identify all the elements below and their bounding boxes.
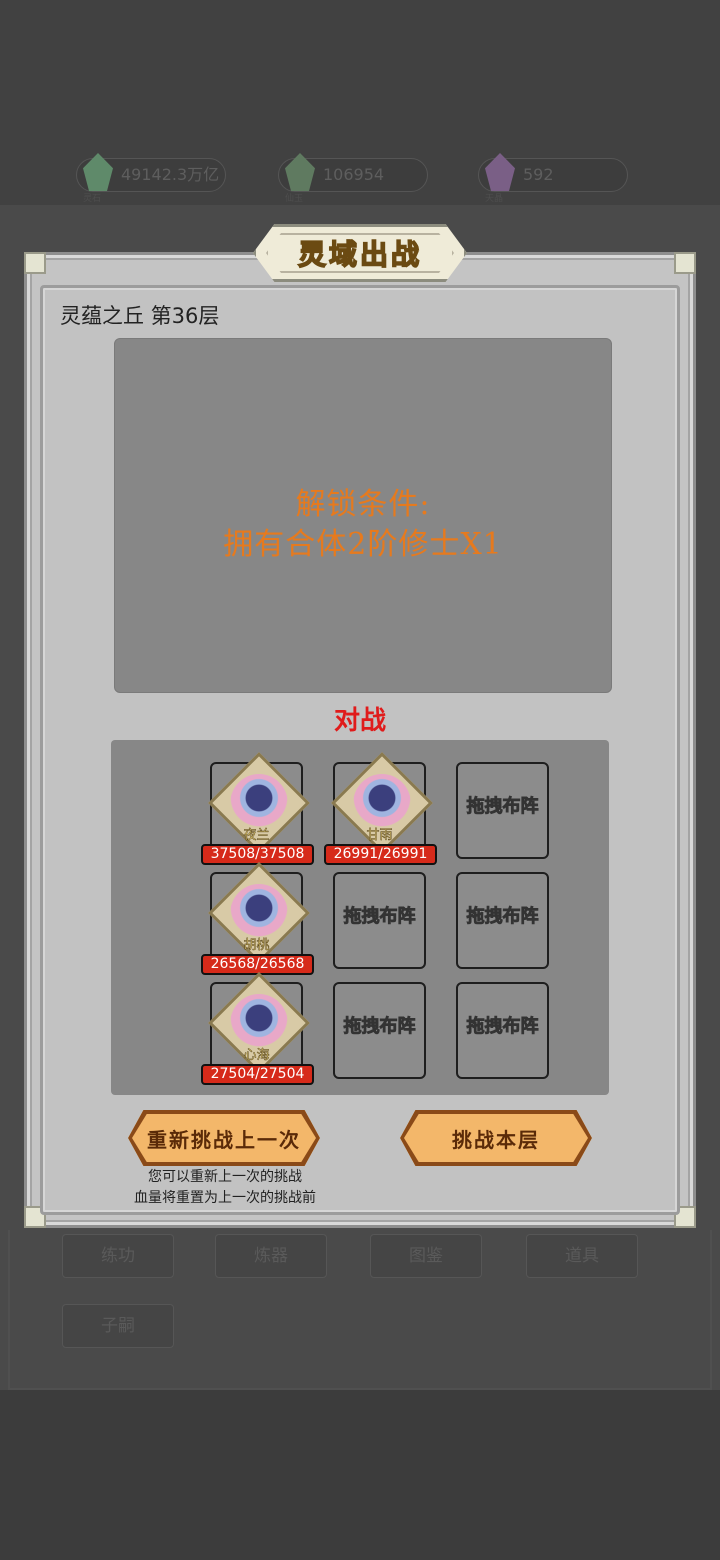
dialog-corner: [24, 252, 46, 274]
resource-sub-label: 灵石: [83, 194, 102, 204]
resource-value: 106954: [323, 165, 385, 184]
resource-spirit-stone: 灵石 49142.3万亿: [76, 153, 226, 204]
formation-slot-empty[interactable]: 拖拽布阵: [456, 982, 549, 1079]
unlock-condition-title: 解锁条件:: [295, 487, 431, 522]
resource-value: 49142.3万亿: [121, 165, 220, 184]
dialog-title: 灵域出战: [297, 237, 422, 272]
formation-grid: 夜兰 37508/37508 甘雨 26991/26991 拖拽布阵 胡桃 26…: [111, 740, 609, 1095]
hero-name: 胡桃: [243, 938, 270, 953]
unlock-condition-text: 拥有合体2阶修士X1: [223, 527, 503, 562]
background-tab: 炼器: [215, 1234, 327, 1278]
unlock-preview-panel: 解锁条件: 拥有合体2阶修士X1: [114, 338, 612, 693]
hero-name: 甘雨: [366, 828, 393, 843]
floor-label: 灵蕴之丘 第36层: [60, 304, 220, 328]
formation-slot-empty[interactable]: 拖拽布阵: [456, 872, 549, 969]
retry-last-challenge-button[interactable]: 重新挑战上一次: [128, 1110, 320, 1166]
hero-hp-bar: 27504/27504: [201, 1064, 314, 1085]
dialog-corner: [674, 252, 696, 274]
challenge-button-label: 挑战本层: [452, 1127, 540, 1152]
background-tab: 练功: [62, 1234, 174, 1278]
background-tab: 图鉴: [370, 1234, 482, 1278]
resource-sub-label: 天晶: [485, 194, 504, 204]
formation-slot-hero[interactable]: 夜兰 37508/37508: [201, 752, 314, 865]
dialog-title-banner: 灵域出战: [253, 224, 467, 282]
retry-hint-line2: 血量将重置为上一次的挑战前: [134, 1190, 316, 1206]
hero-name: 心海: [243, 1048, 270, 1063]
hero-hp-bar: 26991/26991: [324, 844, 437, 865]
background-tab: 子嗣: [62, 1304, 174, 1348]
formation-slot-empty[interactable]: 拖拽布阵: [456, 762, 549, 859]
drag-to-deploy-label: 拖拽布阵: [466, 1016, 539, 1038]
resource-sub-label: 仙玉: [285, 194, 304, 204]
challenge-floor-button[interactable]: 挑战本层: [400, 1110, 592, 1166]
resource-value: 592: [523, 165, 554, 184]
vs-label: 对战: [333, 706, 386, 736]
drag-to-deploy-label: 拖拽布阵: [343, 906, 416, 928]
background-tab: 道具: [526, 1234, 638, 1278]
drag-to-deploy-label: 拖拽布阵: [343, 1016, 416, 1038]
drag-to-deploy-label: 拖拽布阵: [466, 796, 539, 818]
resource-jade: 仙玉 106954: [278, 153, 428, 204]
drag-to-deploy-label: 拖拽布阵: [466, 906, 539, 928]
formation-slot-empty[interactable]: 拖拽布阵: [333, 872, 426, 969]
formation-slot-empty[interactable]: 拖拽布阵: [333, 982, 426, 1079]
retry-button-label: 重新挑战上一次: [147, 1127, 301, 1152]
formation-slot-hero[interactable]: 心海 27504/27504: [201, 972, 314, 1085]
formation-slot-hero[interactable]: 胡桃 26568/26568: [201, 862, 314, 975]
formation-slot-hero[interactable]: 甘雨 26991/26991: [324, 752, 437, 865]
retry-hint-line1: 您可以重新上一次的挑战: [148, 1169, 302, 1185]
bottom-background: [0, 1390, 720, 1560]
hero-name: 夜兰: [243, 828, 270, 843]
resource-crystal: 天晶 592: [478, 153, 628, 204]
